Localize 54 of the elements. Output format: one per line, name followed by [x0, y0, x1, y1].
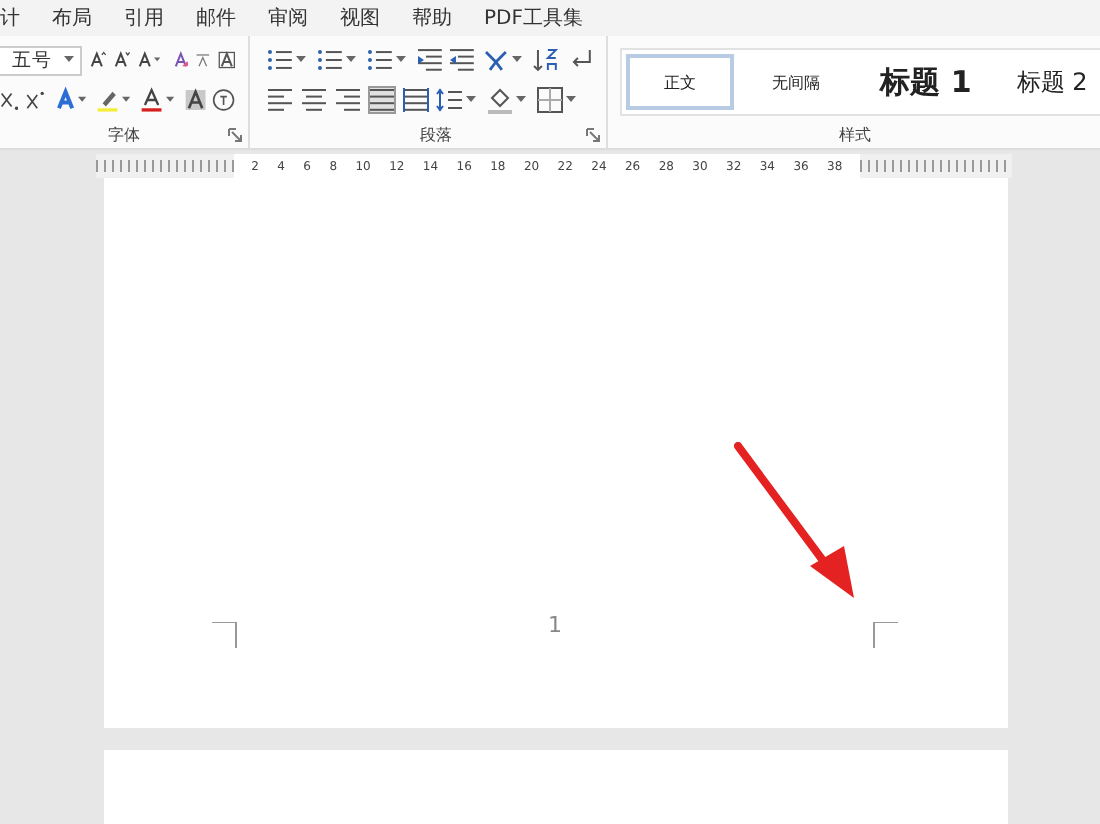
- menu-tab[interactable]: 帮助: [412, 4, 468, 32]
- highlighter-icon[interactable]: [96, 86, 120, 114]
- borders-icon[interactable]: [536, 86, 564, 114]
- character-border-icon[interactable]: [218, 46, 237, 74]
- caret-icon[interactable]: [566, 96, 576, 104]
- style-option[interactable]: 标题 1: [858, 54, 994, 110]
- enclose-character-icon[interactable]: [212, 86, 236, 114]
- sort-icon[interactable]: [532, 46, 561, 74]
- distributed-icon[interactable]: [402, 86, 430, 114]
- character-shading-icon[interactable]: [183, 86, 207, 114]
- caret-icon[interactable]: [512, 56, 523, 64]
- menu-tab[interactable]: 审阅: [268, 4, 324, 32]
- superscript-icon[interactable]: [24, 86, 48, 114]
- menu-tab[interactable]: 计: [0, 4, 36, 32]
- menu-tab[interactable]: 视图: [340, 4, 396, 32]
- text-effects-icon[interactable]: [53, 86, 77, 114]
- shading-bucket-icon[interactable]: [486, 86, 514, 114]
- menu-tab[interactable]: PDF工具集: [484, 4, 599, 32]
- numbering-icon[interactable]: [315, 46, 344, 74]
- caret-icon[interactable]: [516, 96, 526, 104]
- decrease-indent-icon[interactable]: [415, 46, 443, 74]
- align-center-icon[interactable]: [300, 86, 328, 114]
- caret-icon[interactable]: [395, 56, 406, 64]
- caret-icon[interactable]: [345, 56, 356, 64]
- font-color-icon[interactable]: [140, 86, 164, 114]
- caret-icon: [64, 56, 74, 64]
- style-option[interactable]: 正文: [626, 54, 734, 110]
- menu-tab[interactable]: 引用: [124, 4, 180, 32]
- caret-icon[interactable]: [78, 96, 87, 104]
- group-label: 样式: [839, 124, 871, 148]
- page-number: 1: [548, 612, 562, 638]
- caret-icon[interactable]: [165, 96, 174, 104]
- font-size-dropdown[interactable]: 五号: [0, 45, 82, 75]
- bullets-icon[interactable]: [266, 46, 294, 74]
- caret-icon[interactable]: [154, 56, 162, 64]
- caret-icon[interactable]: [121, 96, 131, 104]
- increase-indent-icon[interactable]: [448, 46, 477, 74]
- align-right-icon[interactable]: [334, 86, 362, 114]
- line-spacing-icon[interactable]: [436, 86, 464, 114]
- caret-icon[interactable]: [295, 56, 306, 64]
- menu-tab[interactable]: 布局: [52, 4, 108, 32]
- margin-corner-mark: [872, 622, 898, 648]
- caret-icon[interactable]: [466, 96, 476, 104]
- style-option[interactable]: 标题 2: [1002, 54, 1100, 110]
- margin-corner-mark: [212, 622, 238, 648]
- menu-tab[interactable]: 邮件: [196, 4, 252, 32]
- justify-icon[interactable]: [368, 86, 396, 114]
- dialog-launcher-icon[interactable]: [586, 128, 600, 142]
- multilevel-list-icon[interactable]: [365, 46, 394, 74]
- group-label: 字体: [108, 124, 140, 148]
- align-left-icon[interactable]: [266, 86, 294, 114]
- style-option[interactable]: 无间隔: [742, 54, 850, 110]
- group-label: 段落: [420, 124, 452, 148]
- dialog-launcher-icon[interactable]: [228, 128, 242, 142]
